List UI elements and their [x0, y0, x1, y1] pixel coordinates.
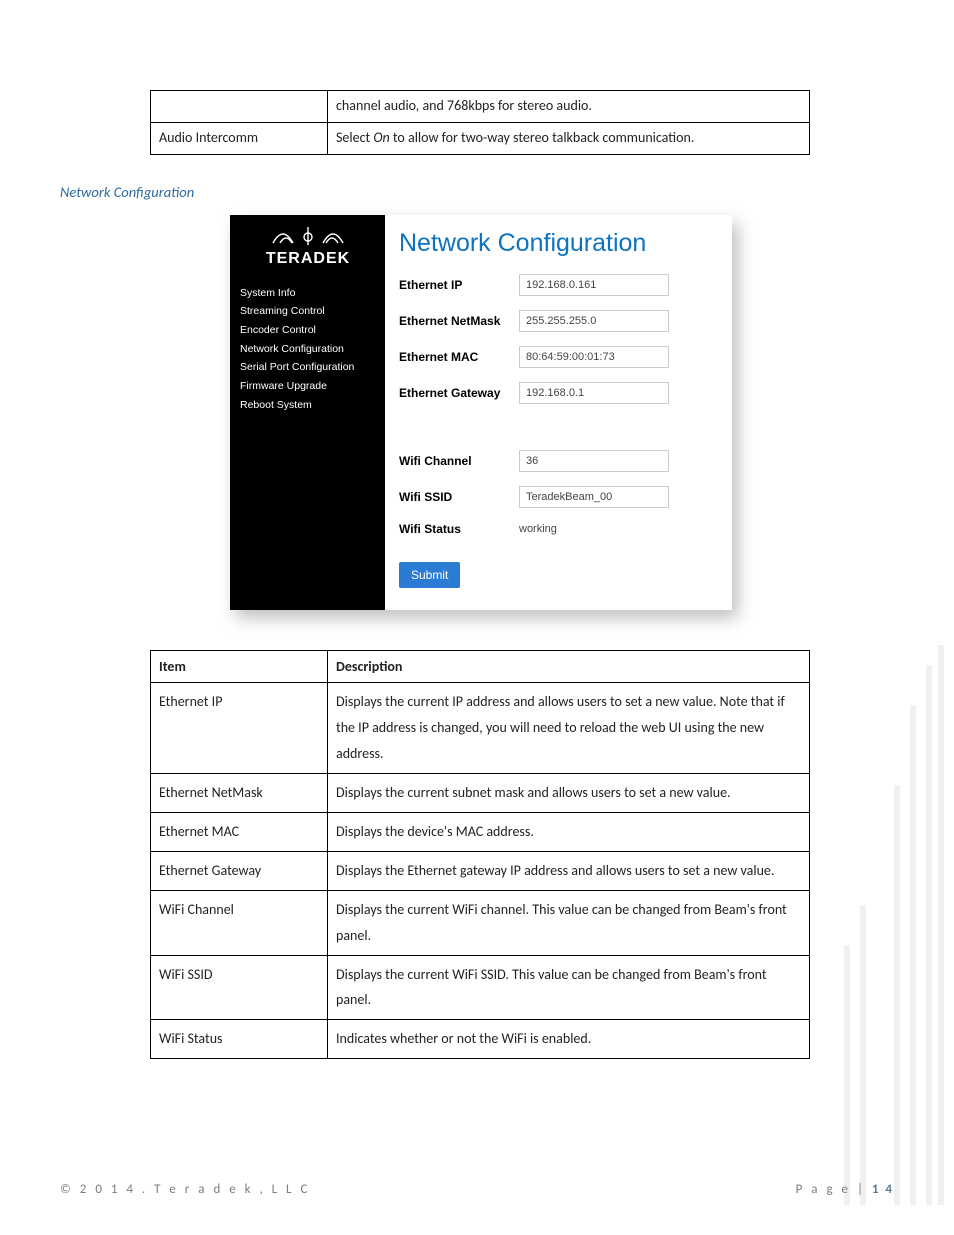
ethernet-ip-label: Ethernet IP: [399, 278, 519, 292]
network-config-screenshot: TERADEK System Info Streaming Control En…: [230, 215, 732, 610]
text: Select: [336, 129, 373, 146]
sidebar-item-reboot-system[interactable]: Reboot System: [240, 397, 385, 416]
table-cell-desc: Indicates whether or not the WiFi is ena…: [328, 1020, 810, 1059]
table-cell-desc: Displays the Ethernet gateway IP address…: [328, 851, 810, 890]
page-number-value: 1 4: [872, 1182, 894, 1197]
sidebar-item-encoder-control[interactable]: Encoder Control: [240, 322, 385, 341]
table-cell-item: WiFi SSID: [151, 955, 328, 1020]
table-cell-desc: Displays the current subnet mask and all…: [328, 774, 810, 813]
table-row: channel audio, and 768kbps for stereo au…: [151, 91, 810, 123]
ethernet-netmask-input[interactable]: [519, 310, 669, 332]
wifi-channel-label: Wifi Channel: [399, 454, 519, 468]
network-config-form: Ethernet IP Ethernet NetMask Ethernet MA…: [399, 274, 718, 536]
sidebar-nav-list: System Info Streaming Control Encoder Co…: [230, 275, 385, 415]
table-row: Audio Intercomm Select On to allow for t…: [151, 122, 810, 154]
sidebar-item-system-info[interactable]: System Info: [240, 285, 385, 304]
audio-settings-table: channel audio, and 768kbps for stereo au…: [150, 90, 810, 155]
page-label: P a g e |: [796, 1182, 872, 1197]
table-cell-desc: channel audio, and 768kbps for stereo au…: [328, 91, 810, 123]
table-cell-desc: Displays the current WiFi channel. This …: [328, 890, 810, 955]
table-cell-item: Ethernet NetMask: [151, 774, 328, 813]
page-footer: © 2 0 1 4 . T e r a d e k , L L C P a g …: [60, 1182, 894, 1197]
table-row: Ethernet IP Displays the current IP addr…: [151, 683, 810, 774]
footer-copyright: © 2 0 1 4 . T e r a d e k , L L C: [60, 1182, 310, 1197]
table-cell-desc: Displays the current WiFi SSID. This val…: [328, 955, 810, 1020]
ethernet-gateway-label: Ethernet Gateway: [399, 386, 519, 400]
form-spacer: [399, 418, 689, 436]
text: to allow for two-way stereo talkback com…: [390, 129, 695, 146]
wifi-status-label: Wifi Status: [399, 522, 519, 536]
submit-button[interactable]: Submit: [399, 562, 460, 588]
svg-text:TERADEK: TERADEK: [265, 250, 349, 267]
ethernet-mac-input[interactable]: [519, 346, 669, 368]
wifi-status-value: working: [519, 523, 689, 535]
table-cell-desc: Select On to allow for two-way stereo ta…: [328, 122, 810, 154]
table-cell-item: WiFi Channel: [151, 890, 328, 955]
table-header-item: Item: [151, 650, 328, 683]
wifi-channel-input[interactable]: [519, 450, 669, 472]
table-cell-item: Ethernet MAC: [151, 812, 328, 851]
table-cell-desc: Displays the device's MAC address.: [328, 812, 810, 851]
table-header-description: Description: [328, 650, 810, 683]
table-cell-item: Ethernet IP: [151, 683, 328, 774]
panel-title: Network Configuration: [399, 229, 718, 258]
table-row: Ethernet Gateway Displays the Ethernet g…: [151, 851, 810, 890]
network-config-panel: Network Configuration Ethernet IP Ethern…: [385, 215, 732, 610]
table-row: Ethernet MAC Displays the device's MAC a…: [151, 812, 810, 851]
wifi-ssid-input[interactable]: [519, 486, 669, 508]
table-cell-item-empty: [151, 91, 328, 123]
table-cell-item: WiFi Status: [151, 1020, 328, 1059]
ethernet-ip-input[interactable]: [519, 274, 669, 296]
sidebar-item-firmware-upgrade[interactable]: Firmware Upgrade: [240, 378, 385, 397]
teradek-logo: TERADEK: [230, 215, 385, 275]
network-config-description-table: Item Description Ethernet IP Displays th…: [150, 650, 810, 1059]
table-row: WiFi Status Indicates whether or not the…: [151, 1020, 810, 1059]
ethernet-netmask-label: Ethernet NetMask: [399, 314, 519, 328]
table-row: Ethernet NetMask Displays the current su…: [151, 774, 810, 813]
sidebar-item-streaming-control[interactable]: Streaming Control: [240, 303, 385, 322]
sidebar-item-serial-port-configuration[interactable]: Serial Port Configuration: [240, 359, 385, 378]
config-sidebar: TERADEK System Info Streaming Control En…: [230, 215, 385, 610]
footer-page-number: P a g e | 1 4: [796, 1182, 894, 1197]
section-heading-network-config: Network Configuration: [60, 183, 954, 201]
wifi-ssid-label: Wifi SSID: [399, 490, 519, 504]
table-row: WiFi SSID Displays the current WiFi SSID…: [151, 955, 810, 1020]
table-row: WiFi Channel Displays the current WiFi c…: [151, 890, 810, 955]
sidebar-item-network-configuration[interactable]: Network Configuration: [240, 341, 385, 360]
ethernet-mac-label: Ethernet MAC: [399, 350, 519, 364]
table-header-row: Item Description: [151, 650, 810, 683]
table-cell-desc: Displays the current IP address and allo…: [328, 683, 810, 774]
table-cell-item: Audio Intercomm: [151, 122, 328, 154]
table-cell-item: Ethernet Gateway: [151, 851, 328, 890]
text-emphasis: On: [373, 129, 389, 146]
ethernet-gateway-input[interactable]: [519, 382, 669, 404]
